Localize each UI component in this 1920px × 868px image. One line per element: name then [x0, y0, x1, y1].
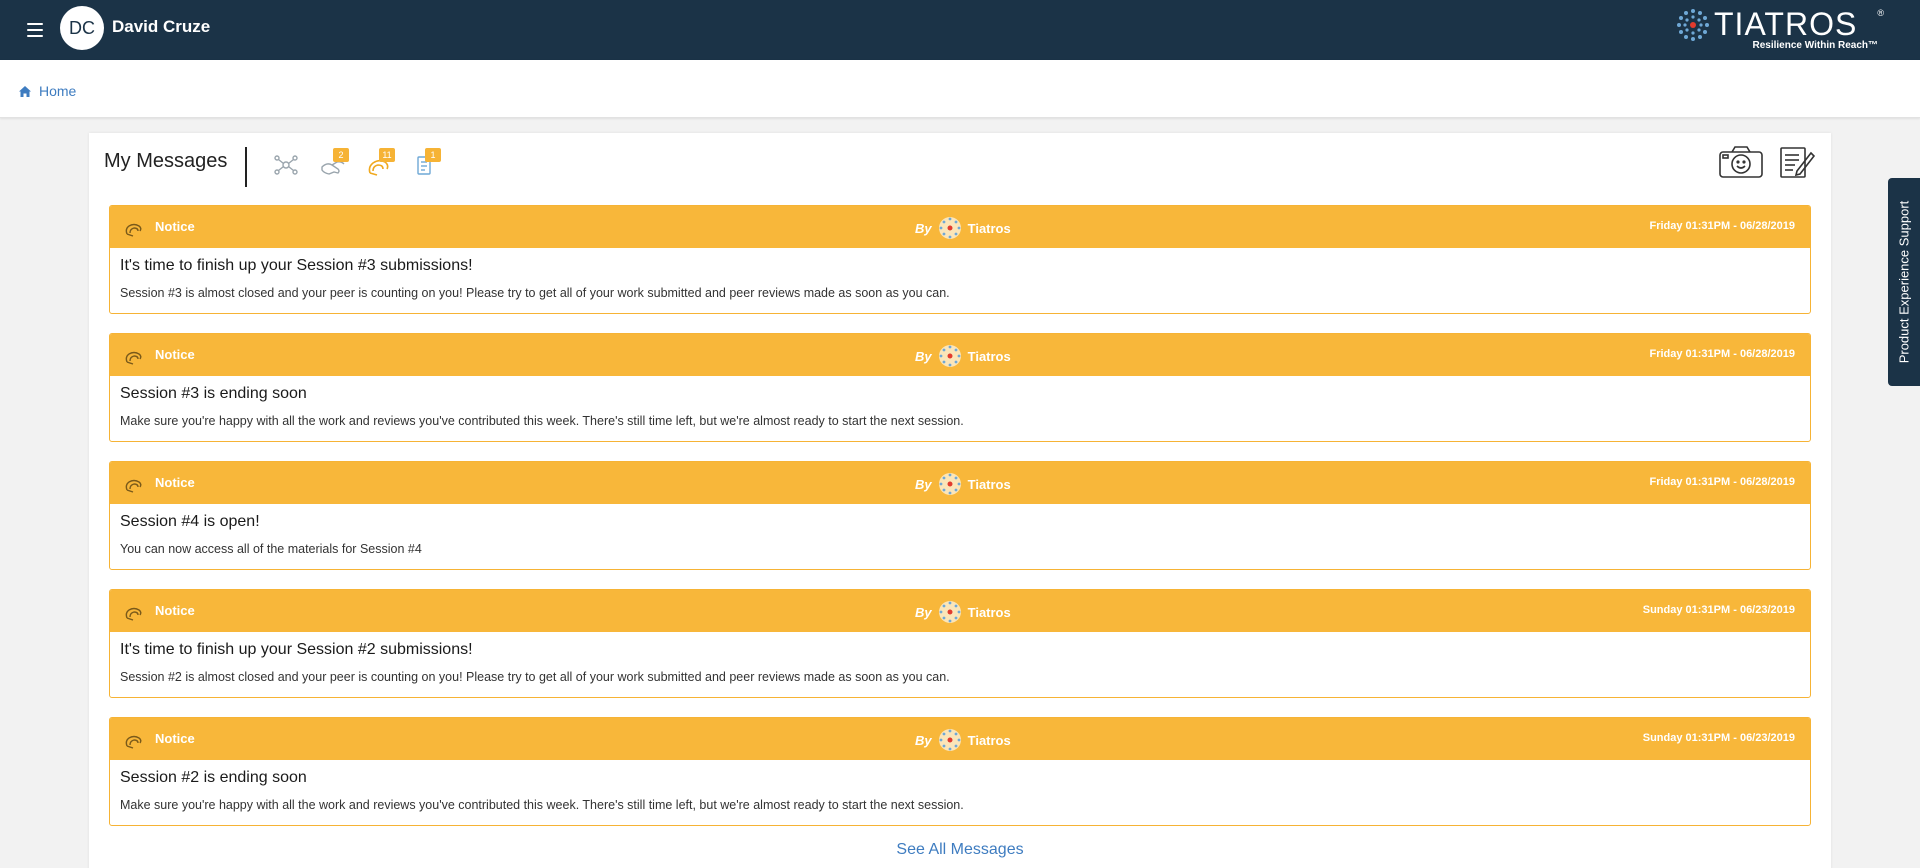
- message-date: Friday 01:31PM - 06/28/2019: [1649, 476, 1795, 488]
- user-name[interactable]: David Cruze: [112, 17, 210, 37]
- top-navbar: DC David Cruze TIATROS ® Resilience With…: [0, 0, 1920, 60]
- notice-icon: [125, 223, 142, 237]
- tiatros-logo-icon: [938, 729, 961, 751]
- notice-icon: [125, 607, 142, 621]
- message-sender: By Tiatros: [915, 216, 1011, 240]
- message-item[interactable]: Notice By Tiatros Sunday 01:31PM - 06/23…: [109, 717, 1811, 826]
- messages-card: My Messages 2 11 1 Notice By Tiatros Fri…: [89, 133, 1831, 868]
- message-type: Notice: [155, 603, 195, 618]
- message-body: Make sure you're happy with all the work…: [120, 798, 964, 812]
- message-date: Friday 01:31PM - 06/28/2019: [1649, 348, 1795, 360]
- message-header: Notice By Tiatros Sunday 01:31PM - 06/23…: [110, 718, 1810, 760]
- brand-name: TIATROS: [1714, 6, 1858, 42]
- message-item[interactable]: Notice By Tiatros Sunday 01:31PM - 06/23…: [109, 589, 1811, 698]
- message-type: Notice: [155, 219, 195, 234]
- message-date: Sunday 01:31PM - 06/23/2019: [1642, 604, 1795, 616]
- by-label: By: [915, 220, 932, 236]
- message-sender: By Tiatros: [915, 728, 1011, 752]
- handshake-count-badge: 2: [333, 148, 349, 162]
- sender-name: Tiatros: [967, 220, 1011, 236]
- filter-handshake-button[interactable]: 2: [319, 148, 349, 181]
- message-body: Session #3 is almost closed and your pee…: [120, 286, 950, 300]
- menu-icon[interactable]: [27, 23, 43, 37]
- document-count-badge: 1: [425, 148, 441, 162]
- brand-logo[interactable]: TIATROS ® Resilience Within Reach™: [1672, 6, 1884, 54]
- title-divider: [245, 147, 247, 187]
- sender-name: Tiatros: [967, 476, 1011, 492]
- product-experience-support-tab[interactable]: Product Experience Support: [1888, 178, 1920, 386]
- message-header: Notice By Tiatros Friday 01:31PM - 06/28…: [110, 334, 1810, 376]
- tiatros-logo-icon: [938, 601, 961, 623]
- brand-registered-mark: ®: [1877, 8, 1884, 18]
- message-item[interactable]: Notice By Tiatros Friday 01:31PM - 06/28…: [109, 205, 1811, 314]
- message-sender: By Tiatros: [915, 472, 1011, 496]
- message-title: It's time to finish up your Session #3 s…: [120, 257, 473, 274]
- message-date: Sunday 01:31PM - 06/23/2019: [1642, 732, 1795, 744]
- breadcrumb: Home: [0, 60, 1920, 118]
- message-type: Notice: [155, 731, 195, 746]
- notice-count-badge: 11: [379, 148, 395, 162]
- sender-name: Tiatros: [967, 348, 1011, 364]
- by-label: By: [915, 604, 932, 620]
- message-date: Friday 01:31PM - 06/28/2019: [1649, 220, 1795, 232]
- message-body: Session #2 is almost closed and your pee…: [120, 670, 950, 684]
- compose-icon: [1780, 147, 1816, 178]
- tiatros-logo-icon: [1677, 9, 1709, 41]
- tiatros-logo-icon: [938, 345, 961, 367]
- message-item[interactable]: Notice By Tiatros Friday 01:31PM - 06/28…: [109, 333, 1811, 442]
- see-all-messages-link[interactable]: See All Messages: [89, 841, 1831, 859]
- camera-button[interactable]: [1718, 145, 1764, 179]
- breadcrumb-home[interactable]: Home: [19, 83, 76, 99]
- tiatros-logo-icon: [938, 217, 961, 239]
- breadcrumb-home-label[interactable]: Home: [39, 83, 76, 99]
- message-body: Make sure you're happy with all the work…: [120, 414, 964, 428]
- filter-document-button[interactable]: 1: [411, 148, 441, 181]
- compose-message-button[interactable]: [1779, 145, 1816, 179]
- filter-network-button[interactable]: [272, 151, 302, 181]
- message-item[interactable]: Notice By Tiatros Friday 01:31PM - 06/28…: [109, 461, 1811, 570]
- message-header: Notice By Tiatros Friday 01:31PM - 06/28…: [110, 462, 1810, 504]
- message-header: Notice By Tiatros Friday 01:31PM - 06/28…: [110, 206, 1810, 248]
- message-sender: By Tiatros: [915, 344, 1011, 368]
- message-title: Session #3 is ending soon: [120, 385, 307, 402]
- message-type: Notice: [155, 347, 195, 362]
- avatar[interactable]: DC: [60, 6, 104, 50]
- network-icon: [274, 155, 298, 175]
- message-title: Session #4 is open!: [120, 513, 260, 530]
- home-icon: [19, 85, 31, 97]
- camera-icon: [1719, 146, 1763, 178]
- sender-name: Tiatros: [967, 732, 1011, 748]
- side-tab-label: Product Experience Support: [1896, 200, 1912, 364]
- tiatros-logo-icon: [938, 473, 961, 495]
- message-title: Session #2 is ending soon: [120, 769, 307, 786]
- message-type: Notice: [155, 475, 195, 490]
- brand-tagline: Resilience Within Reach™: [1752, 40, 1879, 51]
- by-label: By: [915, 476, 932, 492]
- by-label: By: [915, 348, 932, 364]
- by-label: By: [915, 732, 932, 748]
- sender-name: Tiatros: [967, 604, 1011, 620]
- filter-notice-button[interactable]: 11: [365, 148, 395, 181]
- message-body: You can now access all of the materials …: [120, 542, 422, 556]
- message-header: Notice By Tiatros Sunday 01:31PM - 06/23…: [110, 590, 1810, 632]
- notice-icon: [125, 351, 142, 365]
- message-sender: By Tiatros: [915, 600, 1011, 624]
- notice-icon: [125, 479, 142, 493]
- page-title: My Messages: [104, 150, 228, 172]
- message-title: It's time to finish up your Session #2 s…: [120, 641, 473, 658]
- notice-icon: [125, 735, 142, 749]
